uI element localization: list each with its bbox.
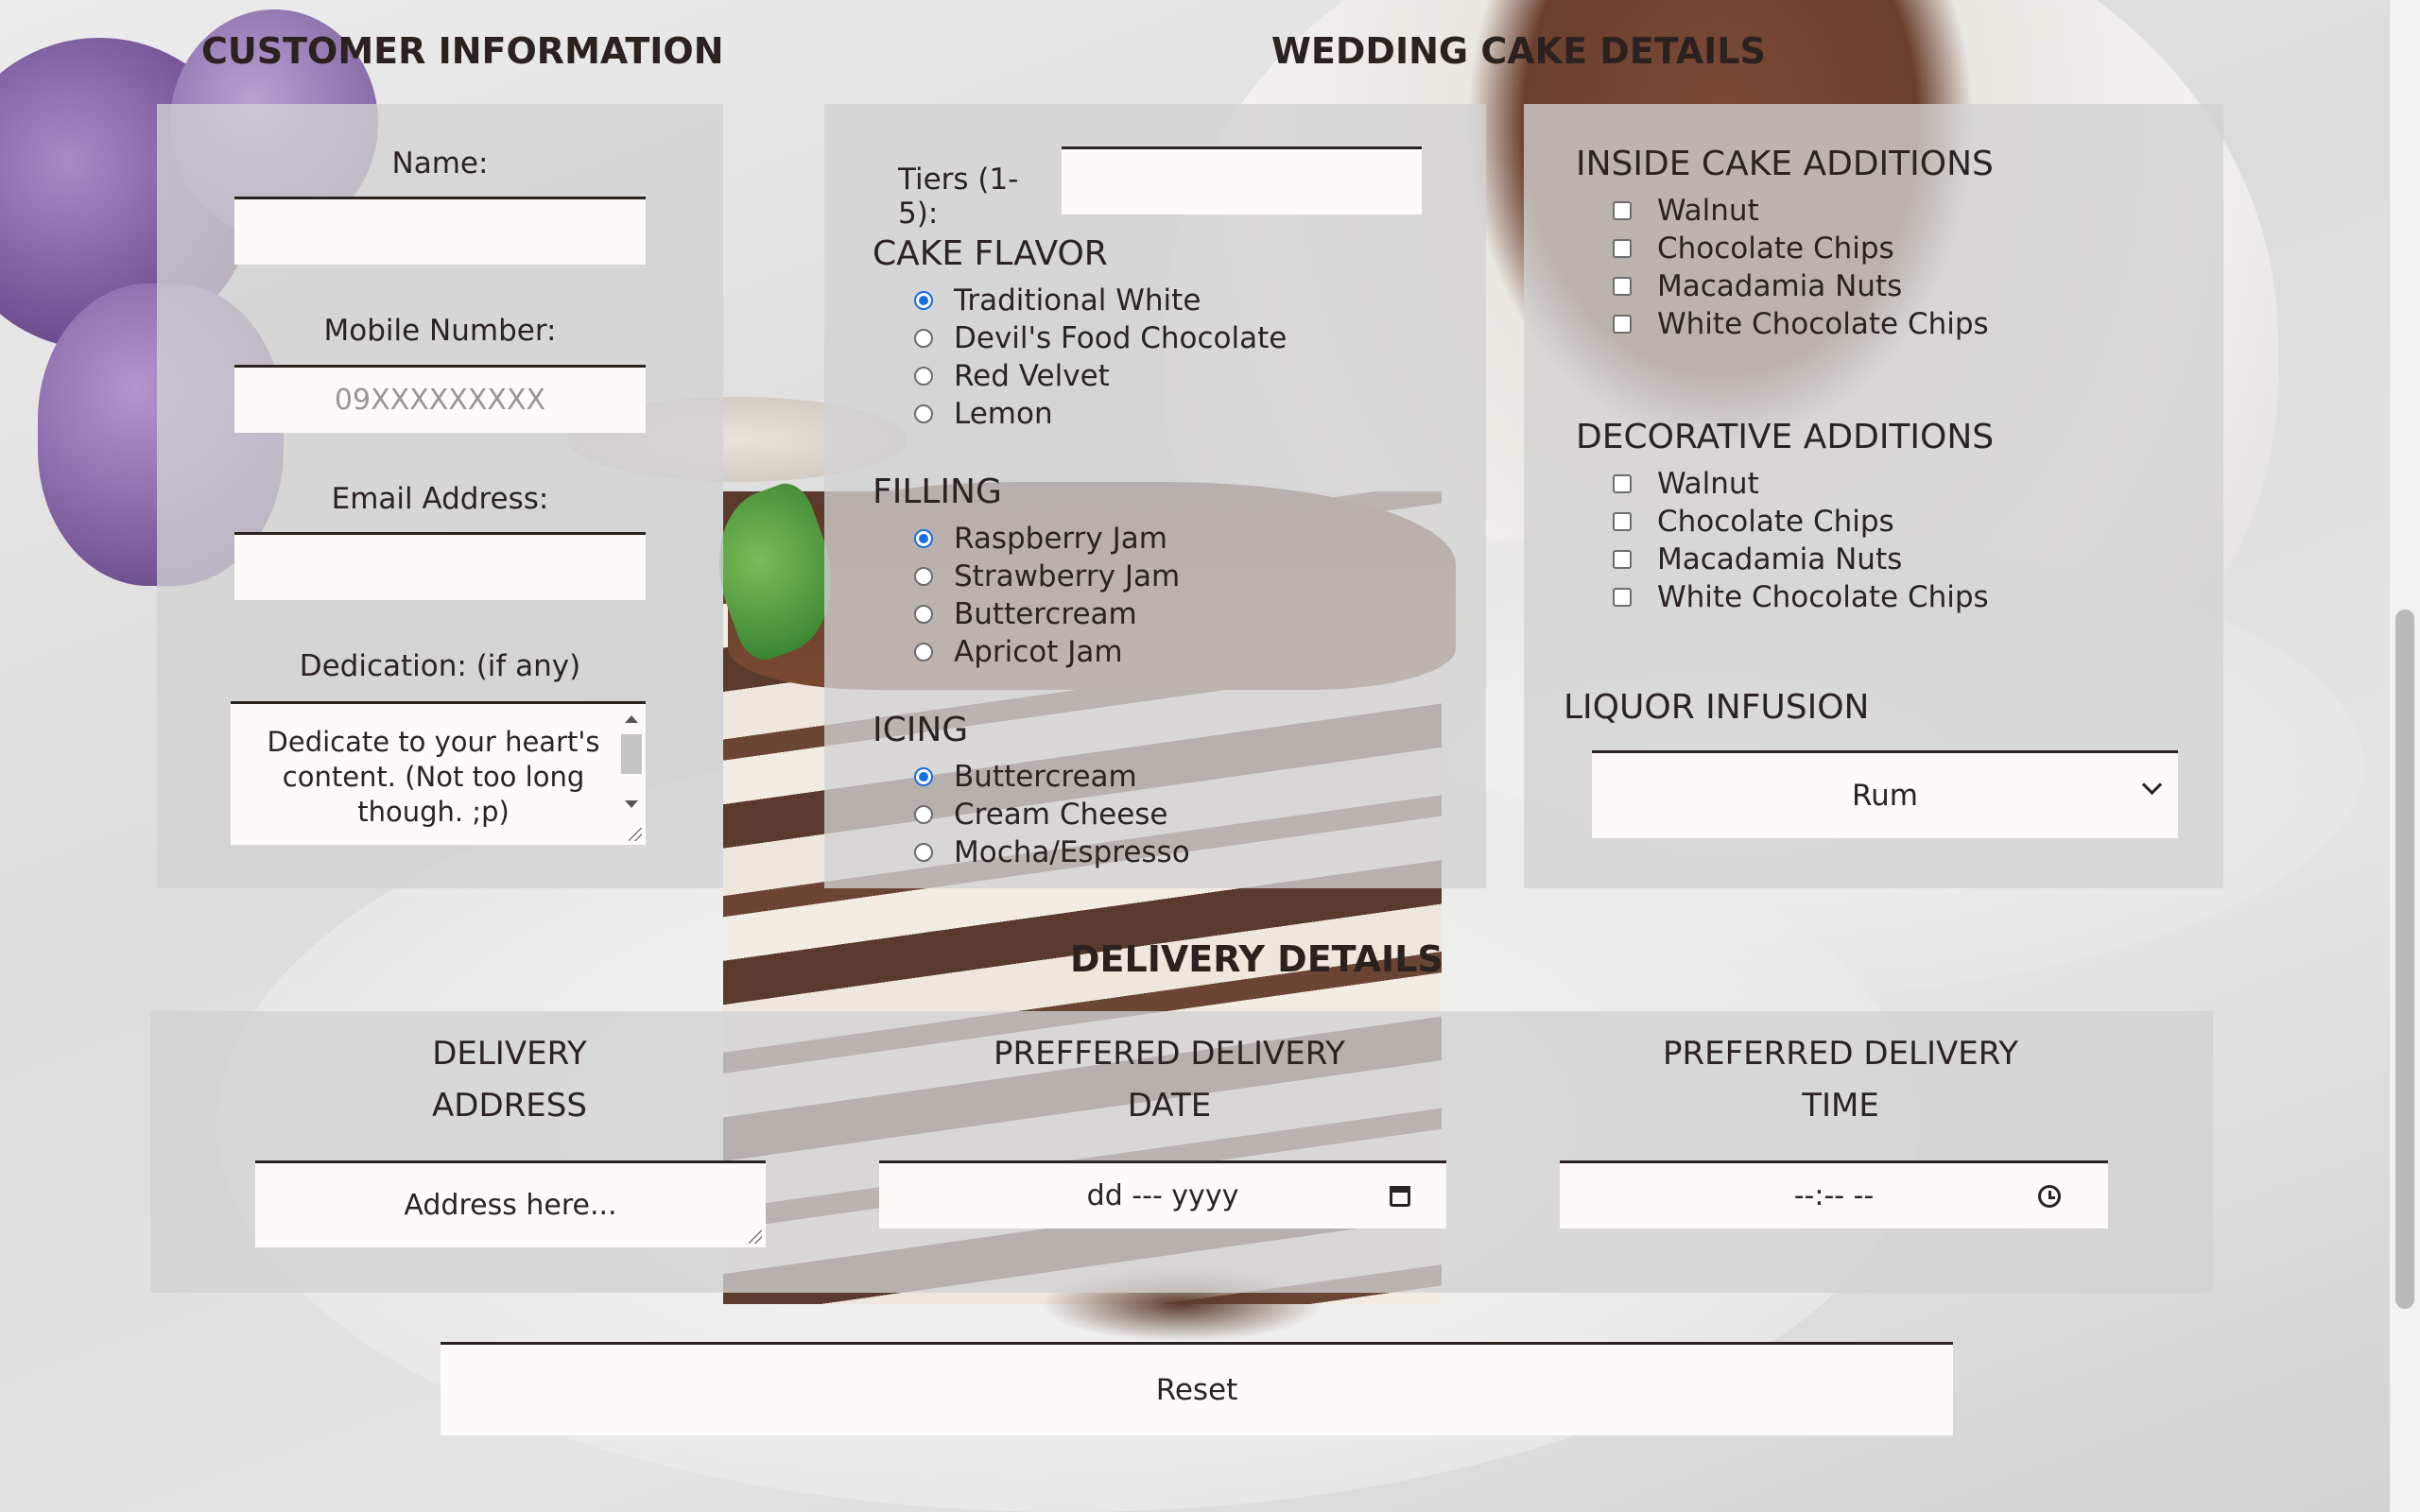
liquor-selected-value: Rum bbox=[1852, 779, 1918, 813]
filling-title: FILLING bbox=[873, 472, 1002, 511]
icing-option[interactable]: Mocha/Espresso bbox=[914, 833, 1190, 871]
dedication-placeholder: Dedicate to your heart's content. (Not t… bbox=[267, 726, 600, 828]
delivery-address-label: DELIVERY ADDRESS bbox=[432, 1035, 587, 1125]
tiers-input[interactable] bbox=[1062, 146, 1422, 215]
checkbox[interactable] bbox=[1613, 550, 1632, 569]
checkbox[interactable] bbox=[1613, 201, 1632, 220]
inside-addition-option[interactable]: Chocolate Chips bbox=[1613, 230, 1894, 267]
name-label: Name: bbox=[391, 146, 489, 180]
delivery-time-label: PREFERRED DELIVERY TIME bbox=[1663, 1035, 2018, 1125]
cake-flavor-title: CAKE FLAVOR bbox=[873, 234, 1108, 273]
radio-button[interactable] bbox=[914, 843, 933, 862]
clock-icon[interactable] bbox=[2038, 1185, 2061, 1208]
filling-option[interactable]: Strawberry Jam bbox=[914, 558, 1180, 595]
calendar-icon[interactable] bbox=[1390, 1186, 1410, 1207]
cake-details-heading: WEDDING CAKE DETAILS bbox=[1271, 30, 1766, 72]
radio-button[interactable] bbox=[914, 367, 933, 386]
decorative-addition-option[interactable]: White Chocolate Chips bbox=[1613, 578, 1989, 616]
decorative-addition-option[interactable]: Chocolate Chips bbox=[1613, 503, 1894, 541]
mobile-label: Mobile Number: bbox=[323, 314, 557, 348]
checkbox[interactable] bbox=[1613, 315, 1632, 334]
delivery-details-heading: DELIVERY DETAILS bbox=[1070, 938, 1443, 980]
checkbox[interactable] bbox=[1613, 277, 1632, 296]
inside-additions-title: INSIDE CAKE ADDITIONS bbox=[1576, 145, 1994, 183]
inside-addition-option[interactable]: Macadamia Nuts bbox=[1613, 267, 1902, 305]
flavor-option[interactable]: Devil's Food Chocolate bbox=[914, 319, 1287, 357]
icing-title: ICING bbox=[873, 711, 969, 749]
chevron-down-icon bbox=[2141, 774, 2163, 796]
reset-button[interactable]: Reset bbox=[441, 1342, 1953, 1435]
radio-button[interactable] bbox=[914, 805, 933, 824]
radio-button[interactable] bbox=[914, 329, 933, 348]
radio-button[interactable] bbox=[914, 404, 933, 423]
tiers-label: Tiers (1-5): bbox=[898, 163, 1019, 231]
scroll-up-arrow-icon[interactable] bbox=[625, 715, 638, 723]
dedication-label: Dedication: (if any) bbox=[299, 649, 581, 683]
checkbox[interactable] bbox=[1613, 239, 1632, 258]
flavor-option[interactable]: Red Velvet bbox=[914, 357, 1110, 395]
liquor-select[interactable]: Rum bbox=[1592, 750, 2178, 838]
inside-addition-option[interactable]: White Chocolate Chips bbox=[1613, 305, 1989, 343]
delivery-date-input[interactable]: dd --- yyyy bbox=[879, 1160, 1446, 1228]
radio-button[interactable] bbox=[914, 291, 933, 310]
radio-button[interactable] bbox=[914, 567, 933, 586]
textarea-scrollbar[interactable] bbox=[619, 710, 642, 808]
radio-button[interactable] bbox=[914, 643, 933, 662]
filling-option[interactable]: Apricot Jam bbox=[914, 633, 1123, 671]
flavor-option[interactable]: Lemon bbox=[914, 395, 1053, 433]
decorative-additions-title: DECORATIVE ADDITIONS bbox=[1576, 418, 1995, 456]
checkbox[interactable] bbox=[1613, 474, 1632, 493]
scroll-down-arrow-icon[interactable] bbox=[625, 800, 638, 808]
mobile-input[interactable]: 09XXXXXXXXX bbox=[234, 365, 646, 433]
scroll-thumb[interactable] bbox=[621, 734, 642, 774]
inside-addition-option[interactable]: Walnut bbox=[1613, 192, 1759, 230]
delivery-date-label: PREFFERED DELIVERY DATE bbox=[994, 1035, 1345, 1125]
icing-option[interactable]: Buttercream bbox=[914, 758, 1137, 796]
delivery-address-input[interactable]: Address here... bbox=[255, 1160, 766, 1247]
resize-grip-icon[interactable] bbox=[749, 1230, 762, 1244]
page-scrollbar[interactable] bbox=[2390, 0, 2420, 1512]
dedication-textarea[interactable]: Dedicate to your heart's content. (Not t… bbox=[231, 701, 646, 845]
radio-button[interactable] bbox=[914, 767, 933, 786]
flavor-option[interactable]: Traditional White bbox=[914, 282, 1201, 319]
email-input[interactable] bbox=[234, 532, 646, 600]
filling-option[interactable]: Buttercream bbox=[914, 595, 1137, 633]
resize-grip-icon[interactable] bbox=[629, 828, 642, 841]
icing-option[interactable]: Cream Cheese bbox=[914, 796, 1168, 833]
radio-button[interactable] bbox=[914, 529, 933, 548]
customer-info-heading: CUSTOMER INFORMATION bbox=[201, 30, 724, 72]
liquor-infusion-title: LIQUOR INFUSION bbox=[1564, 688, 1870, 727]
name-input[interactable] bbox=[234, 197, 646, 265]
decorative-addition-option[interactable]: Macadamia Nuts bbox=[1613, 541, 1902, 578]
filling-option[interactable]: Raspberry Jam bbox=[914, 520, 1167, 558]
checkbox[interactable] bbox=[1613, 588, 1632, 607]
page-scroll-thumb[interactable] bbox=[2395, 610, 2414, 1309]
decorative-addition-option[interactable]: Walnut bbox=[1613, 465, 1759, 503]
checkbox[interactable] bbox=[1613, 512, 1632, 531]
delivery-time-input[interactable]: --:-- -- bbox=[1560, 1160, 2108, 1228]
email-label: Email Address: bbox=[331, 482, 549, 516]
radio-button[interactable] bbox=[914, 605, 933, 624]
